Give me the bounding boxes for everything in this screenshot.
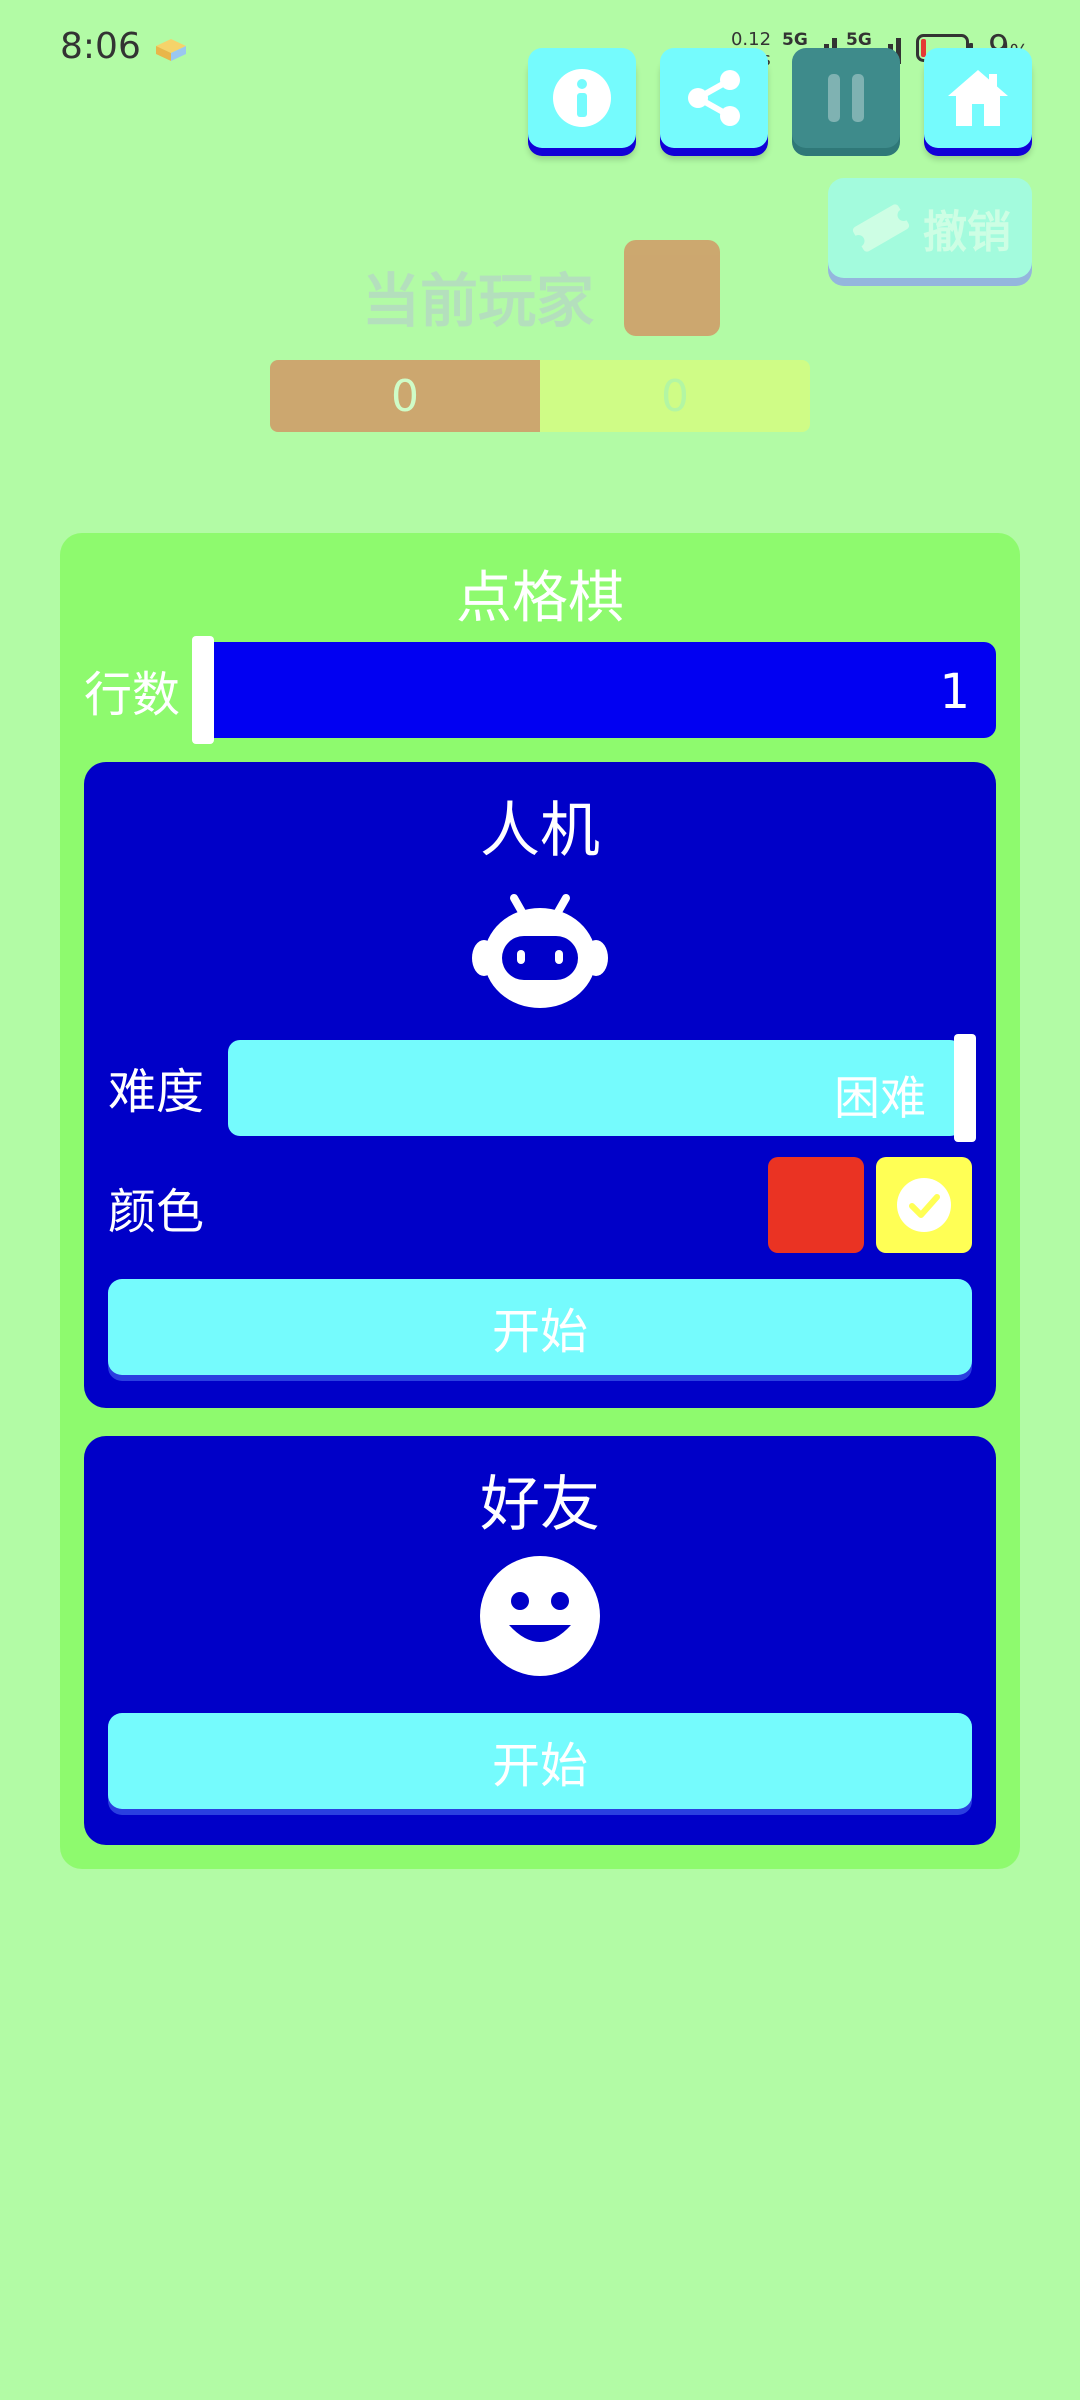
ai-start-button[interactable]: 开始	[108, 1279, 972, 1375]
undo-label: 撤销	[923, 207, 1011, 258]
share-button[interactable]	[660, 48, 768, 148]
color-option-red[interactable]	[768, 1157, 864, 1253]
game-screen: 8:06 0.12 KB/s 5G 5G	[0, 0, 1080, 2400]
home-icon	[948, 70, 1008, 126]
difficulty-value: 困难	[834, 1071, 926, 1125]
net-speed-value: 0.12	[730, 29, 772, 50]
rows-slider[interactable]: 1	[192, 636, 996, 744]
info-button[interactable]	[528, 48, 636, 148]
game-setup-panel: 点格棋 行数 1 人机 难度 困难 颜色 开始 好友 开始	[60, 533, 1020, 1869]
score-bar: 0 0	[270, 360, 810, 432]
difficulty-label: 难度	[108, 1064, 205, 1120]
score-red: 0	[270, 360, 540, 432]
score-yellow: 0	[540, 360, 810, 432]
current-player-label: 当前玩家	[362, 267, 595, 335]
ai-start-label: 开始	[491, 1304, 588, 1360]
ticket-icon	[852, 204, 910, 252]
robot-icon	[472, 894, 608, 1008]
current-player-color	[624, 240, 720, 336]
difficulty-slider[interactable]: 困难	[228, 1034, 976, 1142]
color-label: 颜色	[108, 1184, 205, 1240]
ai-mode-card: 人机 难度 困难 颜色 开始	[84, 762, 996, 1408]
friend-mode-card: 好友 开始	[84, 1436, 996, 1845]
status-time: 8:06	[60, 26, 141, 67]
pause-button[interactable]	[792, 48, 900, 148]
friend-start-button[interactable]: 开始	[108, 1713, 972, 1809]
friend-mode-title: 好友	[480, 1470, 600, 1540]
rows-slider-thumb[interactable]	[192, 636, 214, 744]
ai-mode-title: 人机	[480, 796, 600, 866]
info-icon	[553, 69, 611, 127]
check-circle-icon	[897, 1178, 951, 1232]
smiley-icon	[480, 1556, 600, 1676]
undo-button[interactable]: 撤销	[828, 178, 1032, 278]
friend-start-label: 开始	[491, 1738, 588, 1794]
panel-title: 点格棋	[456, 566, 624, 631]
rows-value: 1	[939, 664, 970, 720]
difficulty-slider-thumb[interactable]	[954, 1034, 976, 1142]
share-icon	[688, 70, 740, 126]
pause-icon	[828, 74, 864, 122]
home-button[interactable]	[924, 48, 1032, 148]
rows-label: 行数	[84, 667, 181, 723]
color-option-yellow[interactable]	[876, 1157, 972, 1253]
notification-app-icon	[156, 39, 186, 61]
